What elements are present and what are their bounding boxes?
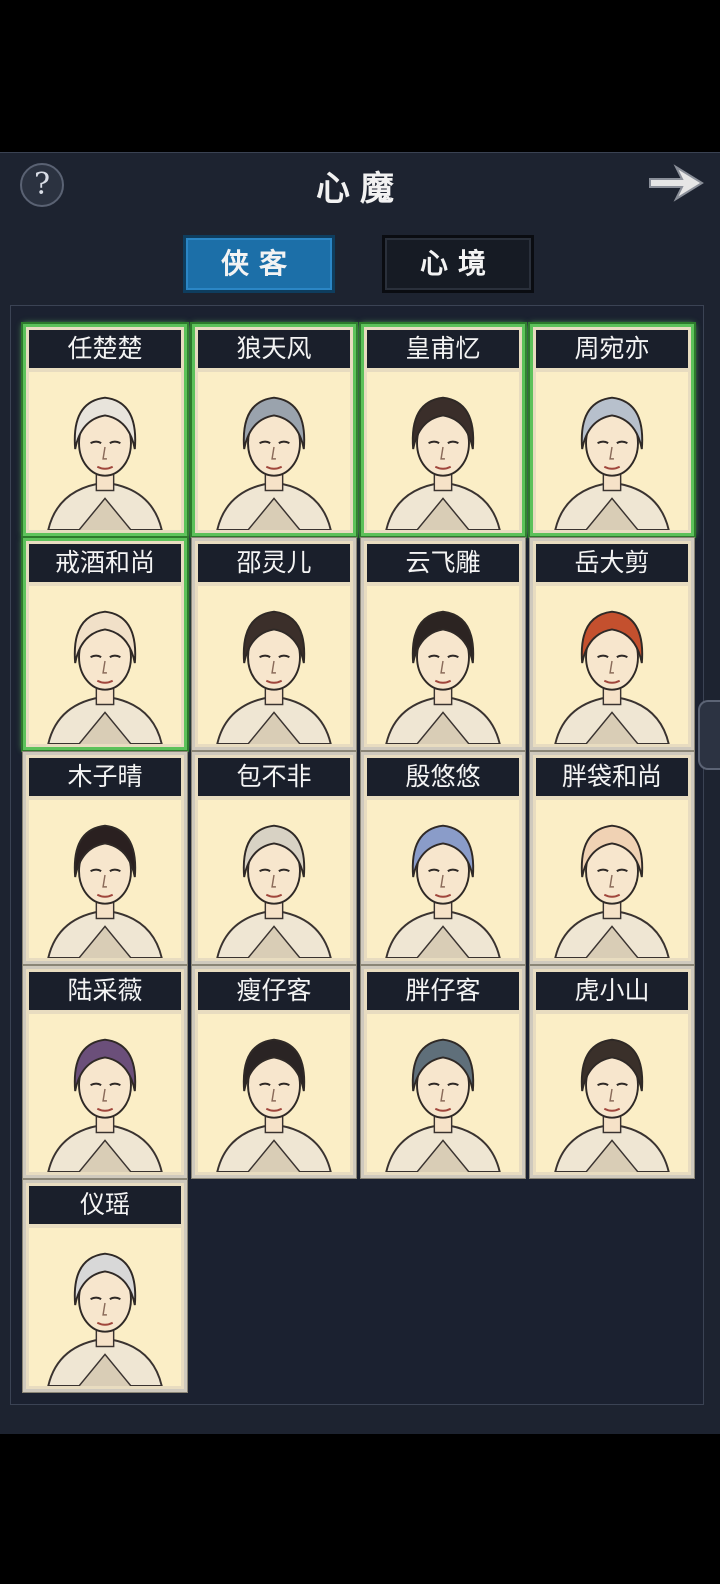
character-portrait	[536, 1014, 688, 1172]
character-name: 邵灵儿	[198, 544, 350, 582]
character-card[interactable]: 狼天风	[192, 324, 356, 536]
character-portrait	[198, 800, 350, 958]
character-card[interactable]: 木子晴	[23, 752, 187, 964]
character-portrait	[536, 800, 688, 958]
character-portrait	[367, 800, 519, 958]
character-card[interactable]: 邵灵儿	[192, 538, 356, 750]
character-portrait	[198, 1014, 350, 1172]
tab-heroes[interactable]: 侠客	[183, 235, 335, 293]
heart-demon-panel: ? 心魔 侠客 心境 任楚楚 狼天风 皇甫忆 周宛亦戒酒和尚 邵灵儿 云飞雕 岳大剪木子晴包…	[0, 152, 720, 1434]
character-card[interactable]: 仪瑶	[23, 1180, 187, 1392]
character-portrait	[367, 1014, 519, 1172]
character-card[interactable]: 虎小山	[530, 966, 694, 1178]
character-name: 胖袋和尚	[536, 758, 688, 796]
character-portrait	[536, 586, 688, 744]
character-name: 胖仔客	[367, 972, 519, 1010]
page-title: 心魔	[316, 169, 404, 209]
character-name: 狼天风	[198, 330, 350, 368]
character-portrait	[198, 372, 350, 530]
character-portrait	[29, 1228, 181, 1386]
character-card[interactable]: 胖仔客	[361, 966, 525, 1178]
character-name: 周宛亦	[536, 330, 688, 368]
character-portrait	[29, 586, 181, 744]
header: ? 心魔	[0, 153, 720, 217]
character-name: 殷悠悠	[367, 758, 519, 796]
character-card[interactable]: 周宛亦	[530, 324, 694, 536]
character-card[interactable]: 戒酒和尚	[23, 538, 187, 750]
character-card[interactable]: 瘦仔客	[192, 966, 356, 1178]
character-card[interactable]: 陆采薇	[23, 966, 187, 1178]
character-name: 陆采薇	[29, 972, 181, 1010]
character-name: 戒酒和尚	[29, 544, 181, 582]
character-name: 任楚楚	[29, 330, 181, 368]
character-card[interactable]: 皇甫忆	[361, 324, 525, 536]
character-card[interactable]: 殷悠悠	[361, 752, 525, 964]
character-portrait	[536, 372, 688, 530]
character-portrait	[29, 1014, 181, 1172]
character-card[interactable]: 任楚楚	[23, 324, 187, 536]
tab-mindset[interactable]: 心境	[382, 235, 534, 293]
character-grid: 任楚楚 狼天风 皇甫忆 周宛亦戒酒和尚 邵灵儿 云飞雕 岳大剪木子晴 包不非 殷悠悠 胖袋和尚陆采…	[10, 305, 704, 1405]
character-portrait	[367, 372, 519, 530]
character-portrait	[29, 800, 181, 958]
character-card[interactable]: 岳大剪	[530, 538, 694, 750]
tab-bar: 侠客 心境	[0, 235, 720, 295]
character-card[interactable]: 包不非	[192, 752, 356, 964]
character-name: 仪瑶	[29, 1186, 181, 1224]
character-name: 木子晴	[29, 758, 181, 796]
character-card[interactable]: 云飞雕	[361, 538, 525, 750]
character-portrait	[198, 586, 350, 744]
character-card[interactable]: 胖袋和尚	[530, 752, 694, 964]
next-button[interactable]	[646, 161, 706, 205]
character-name: 岳大剪	[536, 544, 688, 582]
character-name: 瘦仔客	[198, 972, 350, 1010]
character-portrait	[29, 372, 181, 530]
character-name: 虎小山	[536, 972, 688, 1010]
character-name: 包不非	[198, 758, 350, 796]
character-name: 皇甫忆	[367, 330, 519, 368]
character-portrait	[367, 586, 519, 744]
character-name: 云飞雕	[367, 544, 519, 582]
side-drawer-handle[interactable]	[698, 700, 720, 770]
arrow-right-icon	[649, 164, 704, 202]
